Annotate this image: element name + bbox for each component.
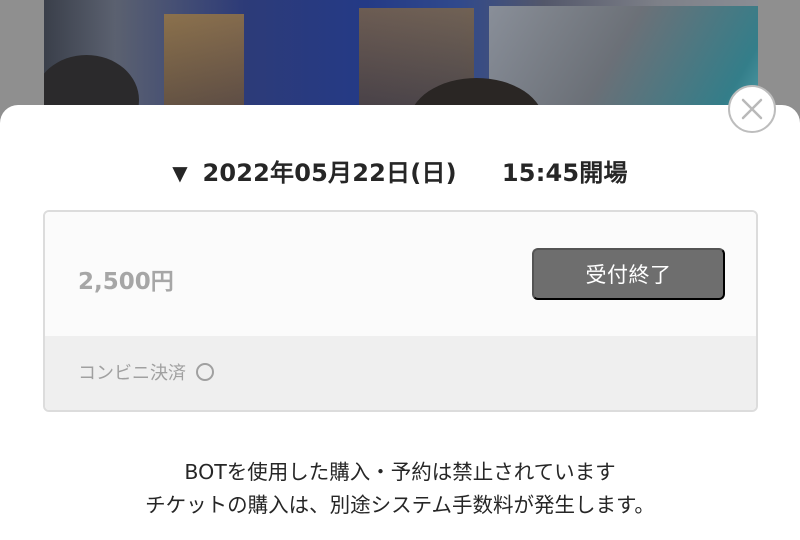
notice-line-fee: チケットの購入は、別途システム手数料が発生します。 <box>145 493 655 517</box>
sales-closed-button[interactable]: 受付終了 <box>532 248 725 300</box>
triangle-down-icon: ▼ <box>172 161 188 185</box>
ticket-price: 2,500円 <box>78 269 174 295</box>
payment-method-label: コンビニ決済 <box>78 363 186 384</box>
door-open-time: 15:45開場 <box>501 159 628 187</box>
close-button[interactable] <box>728 85 776 133</box>
purchase-notice: BOTを使用した購入・予約は禁止されています チケットの購入は、別途システム手数… <box>0 456 800 522</box>
close-icon <box>741 98 763 120</box>
payment-method-row: コンビニ決済 <box>78 359 214 385</box>
ticket-option-card: 2,500円 受付終了 コンビニ決済 <box>43 210 758 412</box>
performance-date-heading: ▼ 2022年05月22日(日) 15:45開場 <box>0 153 800 188</box>
circle-icon <box>196 363 214 381</box>
performance-date: 2022年05月22日(日) <box>202 159 457 187</box>
notice-line-bot: BOTを使用した購入・予約は禁止されています <box>184 460 616 484</box>
